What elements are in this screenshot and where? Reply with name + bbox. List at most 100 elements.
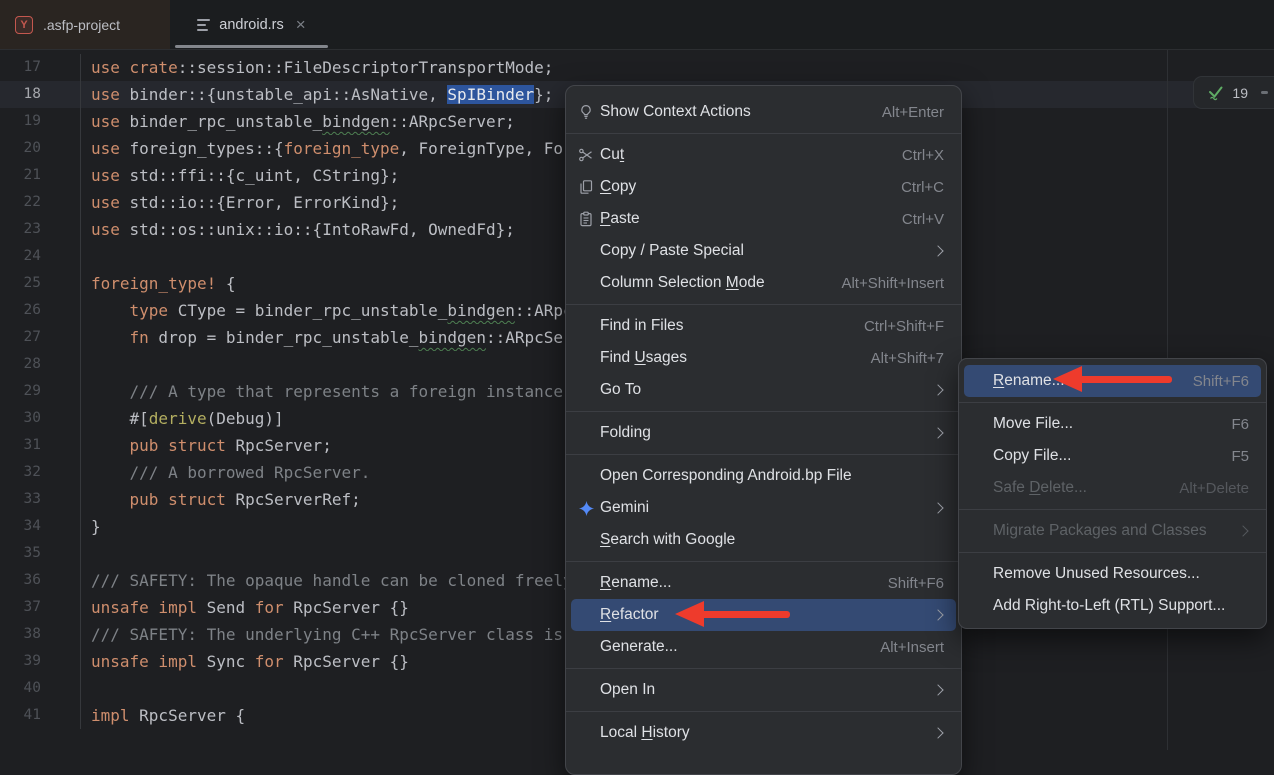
line-number: 32 [0,459,81,486]
menu-item-label: Migrate Packages and Classes [993,522,1207,540]
lightbulb-icon [578,104,600,120]
line-number: 19 [0,108,81,135]
line-number: 27 [0,324,81,351]
menu-item-shortcut: F5 [1231,448,1249,465]
menu-item-cut[interactable]: CutCtrl+X [571,139,956,171]
submenu-chevron-icon [932,684,943,695]
paste-icon [578,211,600,227]
menu-item-open-in[interactable]: Open In [571,674,956,706]
menu-item-label: Paste [600,210,640,228]
menu-item-copy-file[interactable]: Copy File... F5 [964,440,1261,472]
menu-item-rename[interactable]: Rename... Shift+F6 [571,567,956,599]
editor-context-menu: Show Context ActionsAlt+EnterCutCtrl+XCo… [565,85,962,775]
line-number: 38 [0,621,81,648]
menu-item-shortcut: Shift+F6 [888,575,944,592]
line-number: 37 [0,594,81,621]
menu-item-safe-delete[interactable]: Safe Delete... Alt+Delete [964,472,1261,504]
menu-item-copy[interactable]: CopyCtrl+C [571,171,956,203]
menu-item-copy-paste-special[interactable]: Copy / Paste Special [571,235,956,267]
menu-item-shortcut: Ctrl+V [902,211,944,228]
menu-item-shortcut: Shift+F6 [1193,373,1249,390]
line-number: 18 [0,81,81,108]
menu-separator [566,711,961,712]
menu-item-label: Move File... [993,415,1073,433]
menu-item-remove-unused-resources[interactable]: Remove Unused Resources... [964,558,1261,590]
line-number: 40 [0,675,81,702]
line-number: 21 [0,162,81,189]
code-line-17[interactable]: 17use crate::session::FileDescriptorTran… [0,54,1274,81]
menu-item-label: Generate... [600,638,678,656]
submenu-chevron-icon [932,427,943,438]
gemini-icon [578,500,600,517]
inspections-check-icon [1206,83,1225,102]
menu-item-search-with-google[interactable]: Search with Google [571,524,956,556]
submenu-chevron-icon [932,384,943,395]
inspections-widget[interactable]: 19 [1193,76,1274,109]
menu-item-paste[interactable]: Paste Ctrl+V [571,203,956,235]
line-number: 33 [0,486,81,513]
menu-item-label: Rename... [600,574,672,592]
submenu-chevron-icon [932,727,943,738]
menu-separator [959,509,1266,510]
menu-separator [566,411,961,412]
menu-item-folding[interactable]: Folding [571,417,956,449]
menu-item-column-selection-mode[interactable]: Column Selection Mode Alt+Shift+Insert [571,267,956,299]
submenu-chevron-icon [932,245,943,256]
menu-item-add-right-to-left-rtl-support[interactable]: Add Right-to-Left (RTL) Support... [964,590,1261,622]
line-number: 39 [0,648,81,675]
tab-android-rs[interactable]: android.rs × [175,0,328,49]
submenu-chevron-icon [932,502,943,513]
line-number: 22 [0,189,81,216]
menu-item-shortcut: Ctrl+Shift+F [864,318,944,335]
menu-item-label: Search with Google [600,531,735,549]
menu-item-find-in-files[interactable]: Find in Files Ctrl+Shift+F [571,310,956,342]
line-number: 23 [0,216,81,243]
menu-item-label: Remove Unused Resources... [993,565,1200,583]
project-logo-icon: Y [15,16,33,34]
menu-item-shortcut: F6 [1231,416,1249,433]
menu-item-move-file[interactable]: Move File... F6 [964,408,1261,440]
line-number: 41 [0,702,81,729]
selected-text[interactable]: SpIBinder [447,85,534,104]
code-text[interactable]: use crate::session::FileDescriptorTransp… [81,54,1274,81]
menu-item-gemini[interactable]: Gemini [571,492,956,524]
menu-separator [566,133,961,134]
menu-item-show-context-actions[interactable]: Show Context ActionsAlt+Enter [571,96,956,128]
tab-close-icon[interactable]: × [296,16,306,33]
line-number: 20 [0,135,81,162]
menu-item-label: Safe Delete... [993,479,1087,497]
menu-item-shortcut: Alt+Insert [880,639,944,656]
submenu-chevron-icon [932,609,943,620]
menu-item-generate[interactable]: Generate... Alt+Insert [571,631,956,663]
menu-item-label: Copy File... [993,447,1071,465]
menu-item-label: Copy [600,178,636,196]
file-type-icon [197,19,210,31]
menu-item-label: Gemini [600,499,649,517]
line-number: 17 [0,54,81,81]
line-number: 30 [0,405,81,432]
menu-item-open-corresponding-android-bp-file[interactable]: Open Corresponding Android.bp File [571,460,956,492]
line-number: 31 [0,432,81,459]
menu-item-label: Go To [600,381,641,399]
menu-item-label: Column Selection Mode [600,274,765,292]
line-number: 29 [0,378,81,405]
inspections-count: 19 [1232,85,1248,101]
line-number: 34 [0,513,81,540]
line-number: 35 [0,540,81,567]
active-tab-indicator [175,45,328,48]
project-tab[interactable]: Y .asfp-project [0,0,170,49]
menu-item-label: Find Usages [600,349,687,367]
menu-item-shortcut: Alt+Shift+Insert [841,275,944,292]
submenu-chevron-icon [1237,525,1248,536]
line-number: 28 [0,351,81,378]
menu-item-shortcut: Alt+Delete [1179,480,1249,497]
menu-item-find-usages[interactable]: Find UsagesAlt+Shift+7 [571,342,956,374]
menu-item-label: Find in Files [600,317,684,335]
line-number: 26 [0,297,81,324]
arrow-points-to-rename-item [1053,366,1172,392]
menu-separator [566,304,961,305]
menu-item-migrate-packages-and-classes[interactable]: Migrate Packages and Classes [964,515,1261,547]
menu-item-local-history[interactable]: Local History [571,717,956,749]
menu-item-go-to[interactable]: Go To [571,374,956,406]
clipped-widget-icon [1261,91,1268,94]
